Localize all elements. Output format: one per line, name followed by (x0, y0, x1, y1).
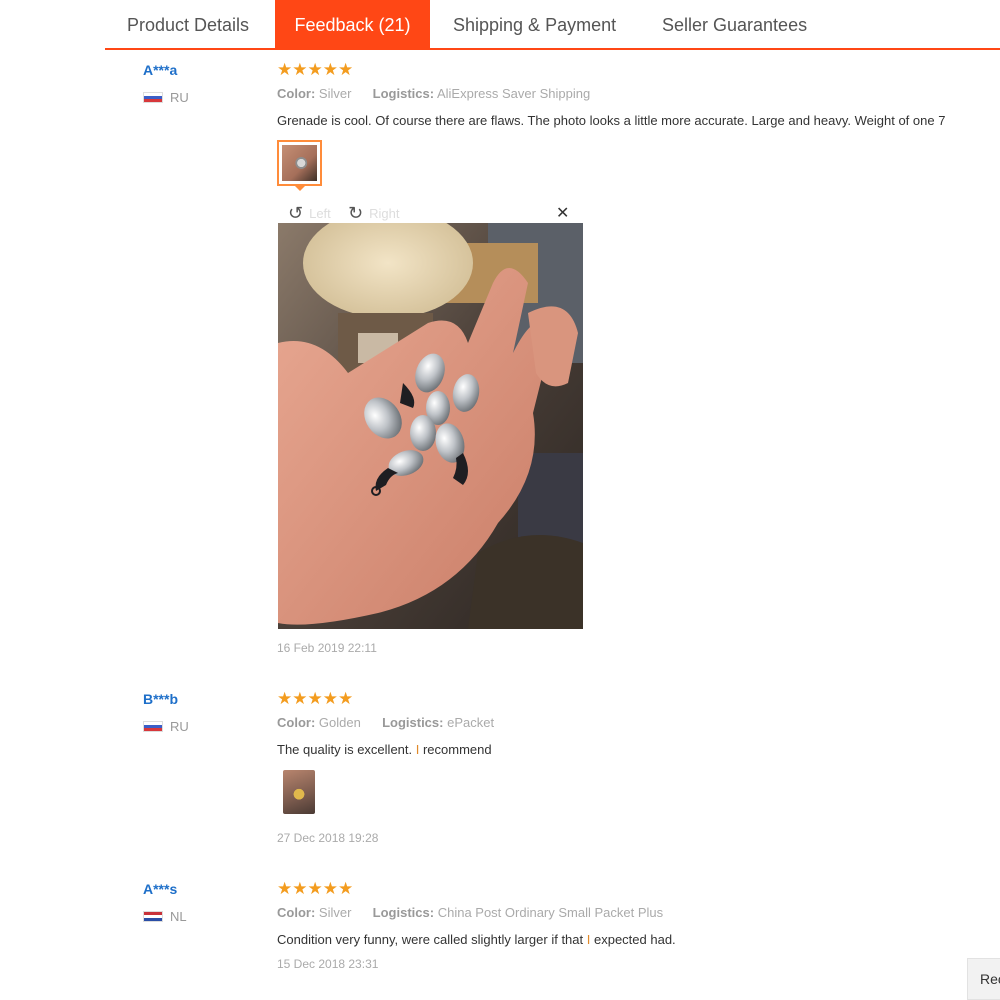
rotate-left-label: Left (309, 206, 331, 221)
tab-feedback[interactable]: Feedback (21) (275, 0, 430, 48)
review-attributes: Color: Golden Logistics: ePacket (277, 715, 494, 730)
logistics-label: Logistics: (382, 715, 444, 730)
review-date: 15 Dec 2018 23:31 (277, 957, 379, 971)
color-value: Silver (318, 86, 352, 101)
rotate-right-label: Right (369, 206, 400, 221)
review-text: Condition very funny, were called slight… (277, 932, 676, 947)
reviewer-country: NL (143, 909, 187, 924)
rotate-left-icon: ↺ (288, 203, 304, 223)
review-attributes: Color: Silver Logistics: China Post Ordi… (277, 905, 663, 920)
country-code: RU (170, 90, 189, 105)
color-value: Silver (318, 905, 352, 920)
logistics-label: Logistics: (372, 86, 435, 101)
reviewer-name: A***a (143, 62, 178, 78)
star-rating: ★★★★★ (277, 689, 354, 708)
tab-seller-guarantees[interactable]: Seller Guarantees (662, 0, 807, 48)
review-photo-thumbnail[interactable] (277, 140, 322, 186)
reviewer-country: RU (143, 90, 189, 105)
color-label: Color: (277, 86, 316, 101)
rotate-left-button[interactable]: ↺ Left (288, 203, 331, 224)
russia-flag-icon (143, 92, 163, 103)
review-date: 16 Feb 2019 22:11 (277, 641, 377, 655)
review-text: The quality is excellent. I recommend (277, 742, 492, 757)
star-rating: ★★★★★ (277, 879, 354, 898)
russia-flag-icon (143, 721, 163, 732)
close-icon[interactable]: ✕ (556, 203, 569, 223)
rotate-right-button[interactable]: ↻ Right (348, 203, 399, 224)
color-value: Golden (318, 715, 361, 730)
review-photo-thumbnail[interactable] (283, 770, 315, 814)
logistics-value: ePacket (447, 715, 495, 730)
review-date: 27 Dec 2018 19:28 (277, 831, 379, 845)
logistics-value: China Post Ordinary Small Packet Plus (437, 905, 664, 920)
thumbnail-pointer (294, 185, 306, 191)
tab-shipping-payment[interactable]: Shipping & Payment (453, 0, 616, 48)
tab-product-details[interactable]: Product Details (127, 0, 249, 48)
rotate-right-icon: ↻ (348, 203, 364, 223)
recommended-button[interactable]: Rec (967, 958, 1000, 1000)
color-label: Color: (277, 715, 316, 730)
review-attributes: Color: Silver Logistics: AliExpress Save… (277, 86, 590, 101)
reviewer-country: RU (143, 719, 189, 734)
tab-bar: Product Details Feedback (21) Shipping &… (105, 0, 1000, 50)
netherlands-flag-icon (143, 911, 163, 922)
review-text: Grenade is cool. Of course there are fla… (277, 113, 946, 128)
star-rating: ★★★★★ (277, 60, 354, 79)
review-photo-enlarged (278, 223, 583, 629)
reviewer-name: A***s (143, 881, 178, 897)
reviewer-name: B***b (143, 691, 179, 707)
color-label: Color: (277, 905, 316, 920)
country-code: NL (170, 909, 187, 924)
logistics-label: Logistics: (372, 905, 435, 920)
logistics-value: AliExpress Saver Shipping (436, 86, 591, 101)
country-code: RU (170, 719, 189, 734)
